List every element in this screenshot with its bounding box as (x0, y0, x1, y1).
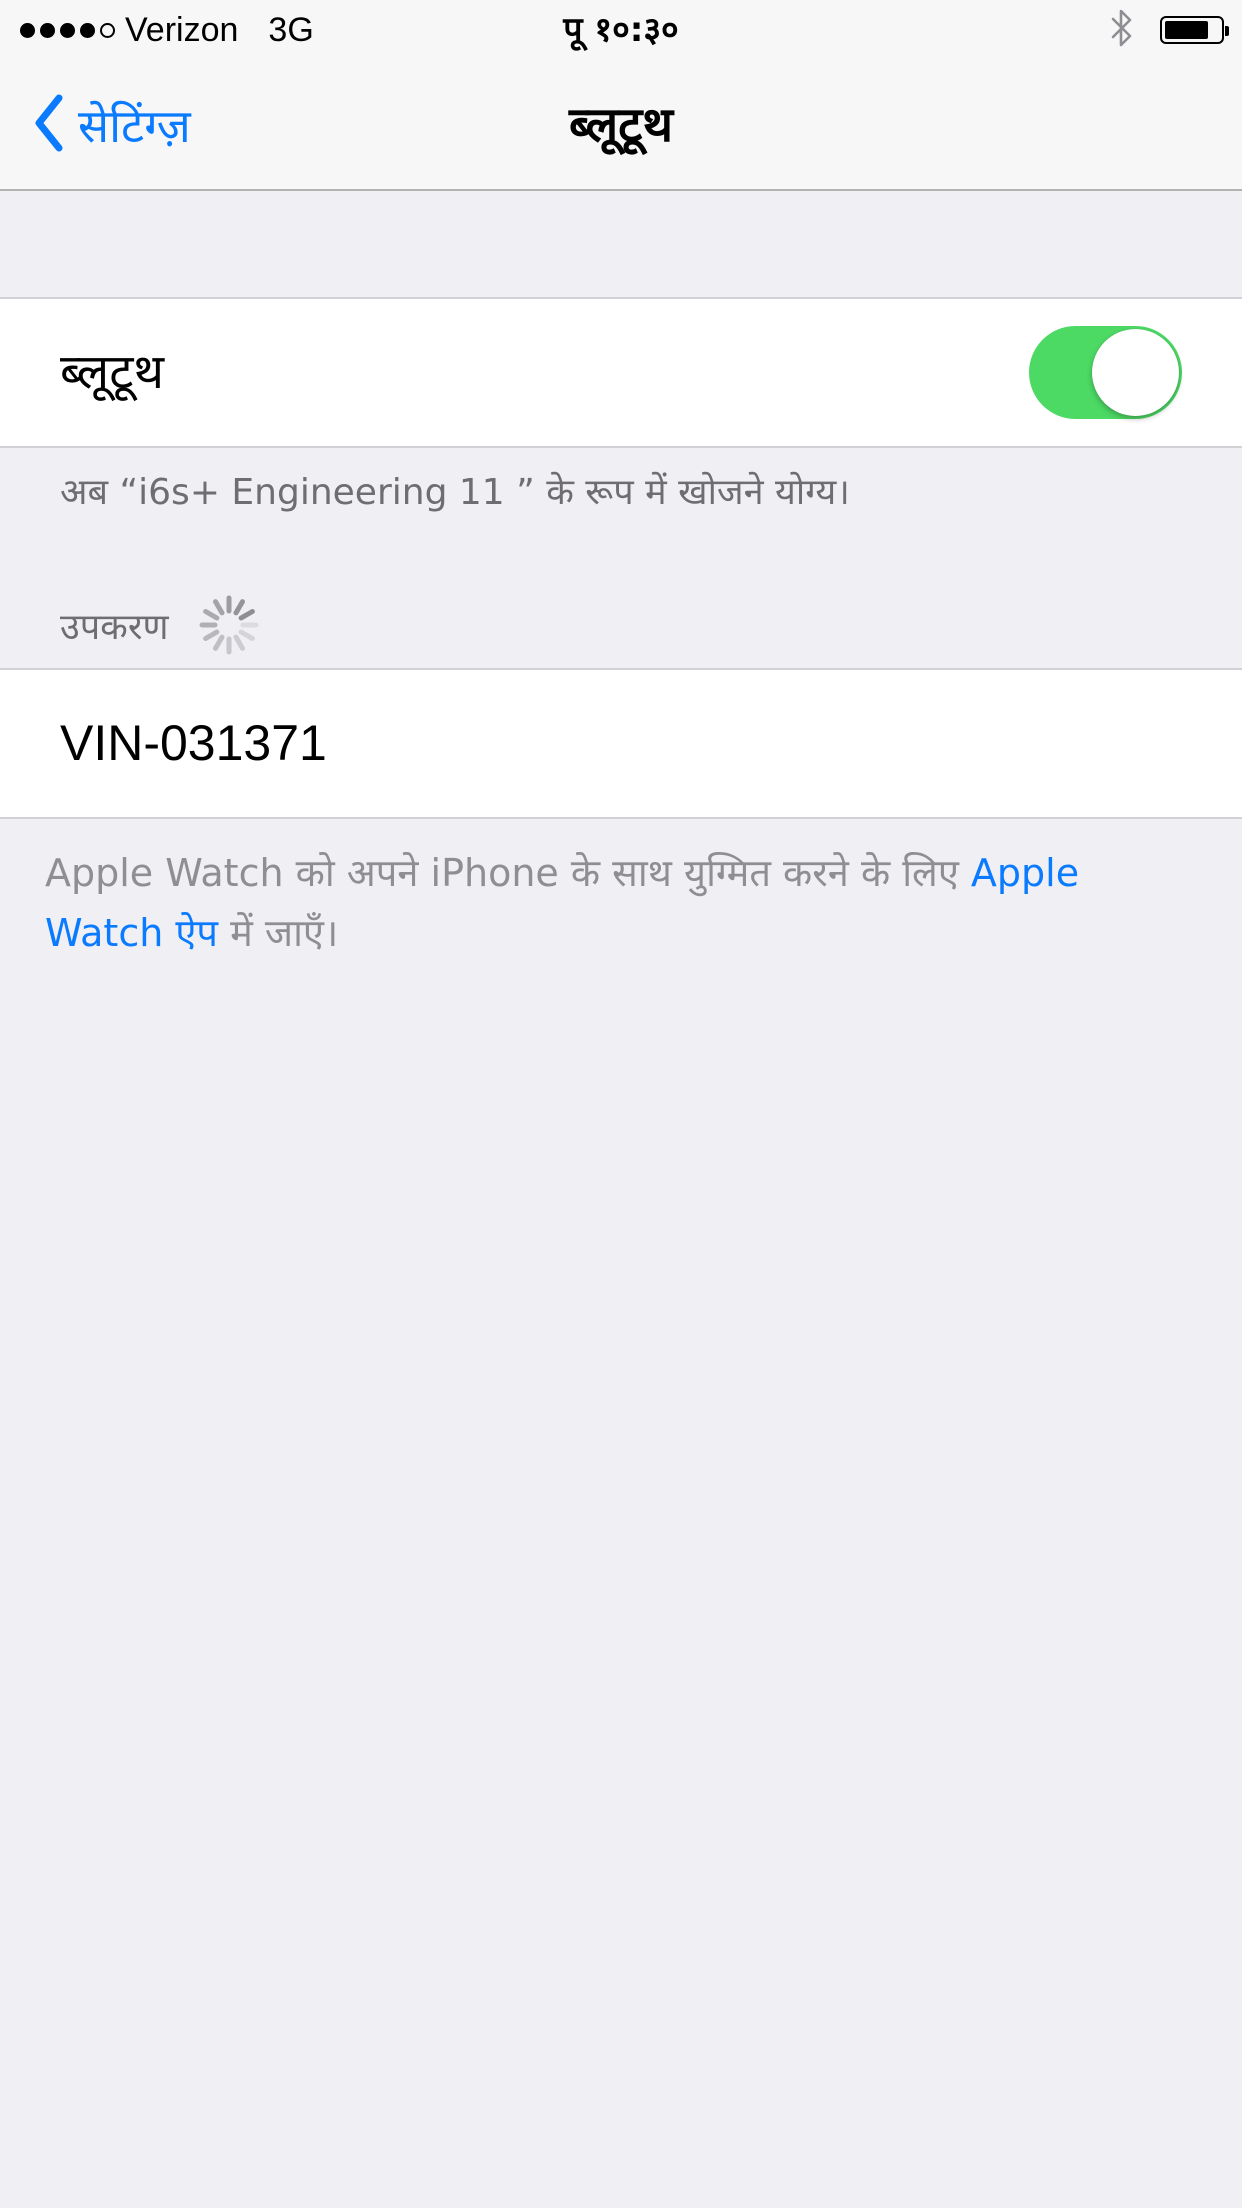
spinner-spoke (202, 629, 219, 641)
page-title: ब्लूटूथ (568, 97, 674, 153)
toggle-knob (1092, 329, 1179, 416)
spinner-spoke (202, 609, 219, 621)
spinner-spoke (238, 609, 255, 621)
activity-spinner-icon (199, 595, 259, 655)
status-bar-right (1110, 9, 1229, 51)
devices-section-header: उपकरण (60, 595, 259, 655)
bluetooth-toggle-switch[interactable] (1029, 326, 1182, 419)
device-name: VIN-031371 (60, 715, 327, 771)
spinner-spoke (233, 634, 245, 651)
bluetooth-icon (1110, 9, 1134, 51)
spinner-spoke (238, 629, 255, 641)
bluetooth-label: ब्लूटूथ (60, 344, 165, 400)
apple-watch-footer-note: Apple Watch को अपने iPhone के साथ युग्मि… (45, 843, 1205, 963)
status-bar: Verizon 3G पू १०:३० (0, 0, 1242, 60)
devices-header-label: उपकरण (60, 606, 169, 648)
spinner-spoke (212, 599, 225, 616)
bluetooth-settings-screen: Verizon 3G पू १०:३० सेटिंग्ज़ ब्लूटूथ ब्… (0, 0, 1242, 2208)
battery-icon (1160, 16, 1229, 44)
navigation-bar: सेटिंग्ज़ ब्लूटूथ (0, 60, 1242, 191)
status-time: पू १०:३० (563, 10, 679, 50)
bluetooth-toggle-cell: ब्लूटूथ (0, 297, 1242, 448)
spinner-spoke (233, 599, 245, 616)
device-row[interactable]: VIN-031371 (0, 668, 1242, 819)
discoverable-note: अब “i6s+ Engineering 11 ” के रूप में खोज… (60, 472, 850, 513)
footer-text-before: Apple Watch को अपने iPhone के साथ युग्मि… (45, 851, 971, 895)
footer-text-after: में जाएँ। (217, 911, 339, 955)
battery-level-fill (1165, 21, 1208, 39)
spinner-spoke (212, 634, 225, 651)
battery-nub (1225, 26, 1229, 36)
